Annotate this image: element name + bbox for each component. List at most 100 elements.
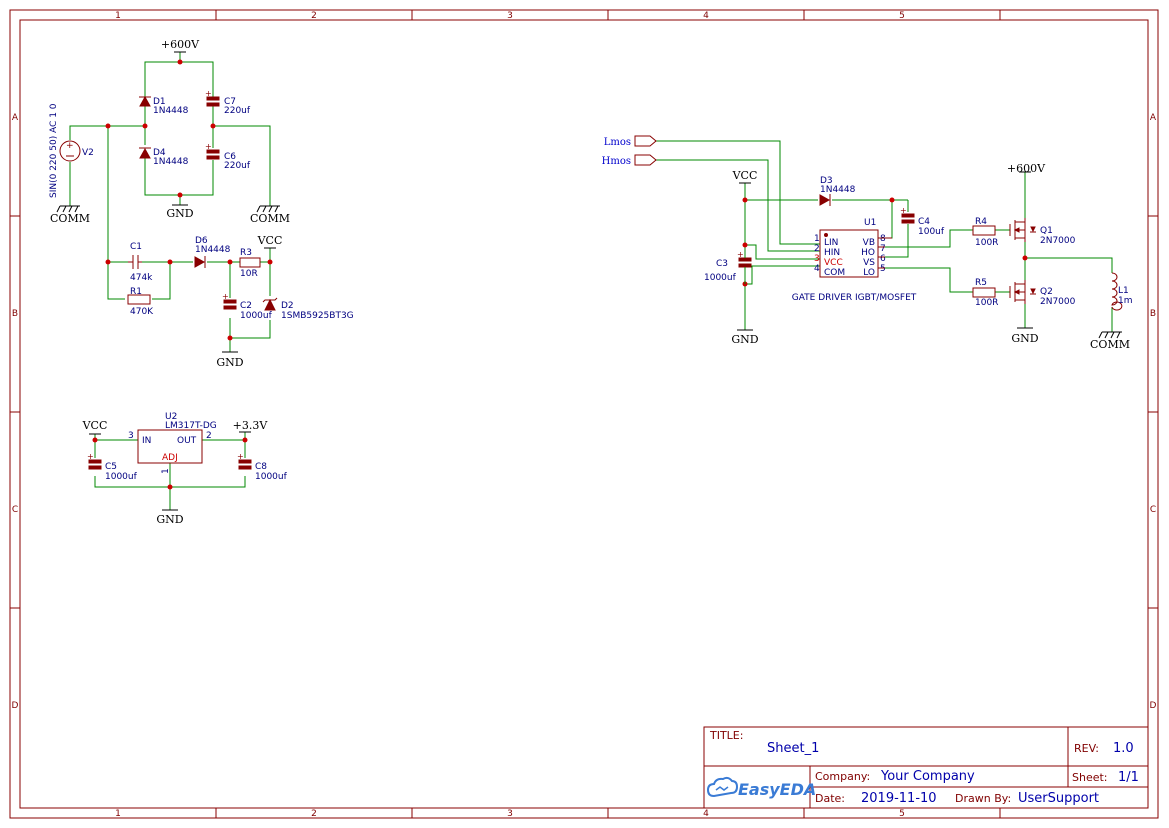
- c8-value: 1000uf: [255, 472, 288, 482]
- d2-ref: D2: [281, 301, 294, 311]
- u1-gate-driver[interactable]: U1 LIN HIN VCC COM 1 2 3 4 VB HO VS LO 8…: [792, 218, 917, 303]
- c2-value: 1000uf: [240, 311, 273, 321]
- r5-ref: R5: [975, 278, 987, 288]
- r3-ref: R3: [240, 248, 252, 258]
- col-label-bottom-4: 4: [703, 809, 709, 819]
- u1-num-4: 4: [814, 264, 820, 274]
- q2-mosfet[interactable]: Q2 2N7000: [1009, 280, 1076, 307]
- sheet-label: Sheet:: [1072, 771, 1108, 784]
- d2-zener[interactable]: D2 1SMB5925BT3G: [262, 297, 354, 321]
- u2-pin-num-1: 1: [161, 468, 171, 474]
- u1-num-5: 5: [880, 264, 886, 274]
- col-label-bottom-2: 2: [311, 809, 317, 819]
- date-value: 2019-11-10: [861, 791, 937, 806]
- u1-pin-hin: HIN: [824, 248, 840, 258]
- u1-ref: U1: [864, 218, 876, 228]
- net-vcc-reg: VCC: [82, 419, 108, 435]
- svg-text:+: +: [87, 452, 94, 461]
- sheet-value: 1/1: [1118, 770, 1139, 785]
- r3-value: 10R: [240, 269, 258, 279]
- l1-inductor[interactable]: L1 1m: [1111, 272, 1133, 311]
- c8-ref: C8: [255, 462, 267, 472]
- net-gnd-reg: GND: [156, 509, 184, 526]
- rev-label: REV:: [1074, 742, 1099, 755]
- net-600v-left-label: +600V: [161, 38, 200, 51]
- u2-pin-num-2: 2: [206, 431, 212, 441]
- net-comm-right: COMM: [1090, 331, 1130, 351]
- row-label-right-c: C: [1150, 505, 1156, 515]
- row-label-right-b: B: [1150, 309, 1156, 319]
- net-gnd-mosfet: GND: [1011, 327, 1039, 345]
- net-vcc-driver-label: VCC: [732, 169, 758, 182]
- u2-pin-out: OUT: [177, 436, 197, 446]
- net-comm-mid: COMM: [250, 205, 290, 225]
- u1-num-2: 2: [814, 244, 820, 254]
- rectifier-block: + V2 SIN(0 220 50) AC 1 0 D1 1N4448 D4 1…: [49, 38, 354, 369]
- v2-ac-source[interactable]: + V2 SIN(0 220 50) AC 1 0: [49, 103, 94, 198]
- c7-capacitor[interactable]: + C7 220uf: [205, 89, 251, 116]
- col-label-bottom-3: 3: [507, 809, 513, 819]
- c4-value: 100uf: [918, 227, 945, 237]
- d4-diode[interactable]: D4 1N4448: [139, 147, 189, 167]
- row-label-left-d: D: [12, 701, 19, 711]
- title-value: Sheet_1: [767, 741, 819, 756]
- r4-resistor[interactable]: R4 100R: [972, 217, 998, 248]
- u1-pin-vs: VS: [863, 258, 875, 268]
- row-label-left-a: A: [12, 113, 19, 123]
- net-vcc-reg-label: VCC: [82, 419, 108, 432]
- regulator-block: U2 LM317T-DG IN OUT ADJ 3 2 1 + C5 1000u…: [82, 412, 288, 526]
- r4-value: 100R: [975, 238, 998, 248]
- net-comm-left-label: COMM: [50, 212, 90, 225]
- drawn-label: Drawn By:: [955, 792, 1011, 805]
- net-vcc-left: VCC: [257, 234, 282, 249]
- d3-diode[interactable]: D3 1N4448: [819, 176, 856, 206]
- svg-text:+: +: [66, 141, 74, 151]
- r1-value: 470K: [130, 307, 154, 317]
- port-lmos-label: Lmos: [604, 137, 631, 148]
- net-gnd-mosfet-label: GND: [1011, 332, 1038, 345]
- c3-value: 1000uf: [704, 273, 737, 283]
- r1-resistor[interactable]: R1 470K: [127, 287, 154, 317]
- col-label-top-2: 2: [311, 11, 317, 21]
- logo-text: EasyEDA: [738, 780, 816, 799]
- q2-ref: Q2: [1040, 287, 1053, 297]
- u2-lm317[interactable]: U2 LM317T-DG IN OUT ADJ 3 2 1: [128, 412, 217, 474]
- drawn-value: UserSupport: [1018, 791, 1099, 806]
- svg-text:+: +: [205, 142, 212, 151]
- net-gnd-driver-label: GND: [731, 333, 758, 346]
- r1-ref: R1: [130, 287, 142, 297]
- u2-pin-in: IN: [142, 436, 151, 446]
- net-comm-mid-label: COMM: [250, 212, 290, 225]
- c4-capacitor[interactable]: + C4 100uf: [900, 206, 945, 237]
- d6-value: 1N4448: [195, 245, 231, 255]
- row-label-left-b: B: [12, 309, 18, 319]
- r5-resistor[interactable]: R5 100R: [972, 278, 998, 308]
- d3-value: 1N4448: [820, 185, 856, 195]
- c1-value: 474k: [130, 273, 153, 283]
- port-hmos[interactable]: Hmos: [602, 154, 657, 167]
- net-gnd-c2: GND: [216, 351, 244, 369]
- company-label: Company:: [815, 770, 870, 783]
- v2-value: SIN(0 220 50) AC 1 0: [49, 103, 59, 198]
- d1-diode[interactable]: D1 1N4448: [139, 95, 189, 116]
- col-label-top-4: 4: [703, 11, 709, 21]
- c6-value: 220uf: [224, 161, 251, 171]
- frame-labels: 1 2 3 4 5 1 2 3 4 5 A B C D A B C D: [12, 11, 1157, 819]
- date-label: Date:: [815, 792, 845, 805]
- d6-diode[interactable]: D6 1N4448: [194, 236, 231, 268]
- d4-value: 1N4448: [153, 157, 189, 167]
- svg-text:+: +: [205, 89, 212, 98]
- col-label-bottom-1: 1: [115, 809, 121, 819]
- row-label-left-c: C: [12, 505, 18, 515]
- net-600v-left: +600V: [161, 38, 200, 53]
- c3-capacitor[interactable]: + C3 1000uf: [704, 250, 752, 283]
- port-lmos[interactable]: Lmos: [604, 135, 657, 148]
- c6-capacitor[interactable]: + C6 220uf: [205, 142, 251, 171]
- r5-value: 100R: [975, 298, 998, 308]
- q1-mosfet[interactable]: Q1 2N7000: [1009, 218, 1076, 246]
- r3-resistor[interactable]: R3 10R: [239, 248, 261, 279]
- svg-text:+: +: [222, 292, 229, 301]
- u2-value: LM317T-DG: [165, 421, 217, 431]
- title-block: TITLE: Sheet_1 REV: 1.0 Company: Your Co…: [703, 726, 1149, 809]
- net-gnd-driver: GND: [731, 329, 759, 346]
